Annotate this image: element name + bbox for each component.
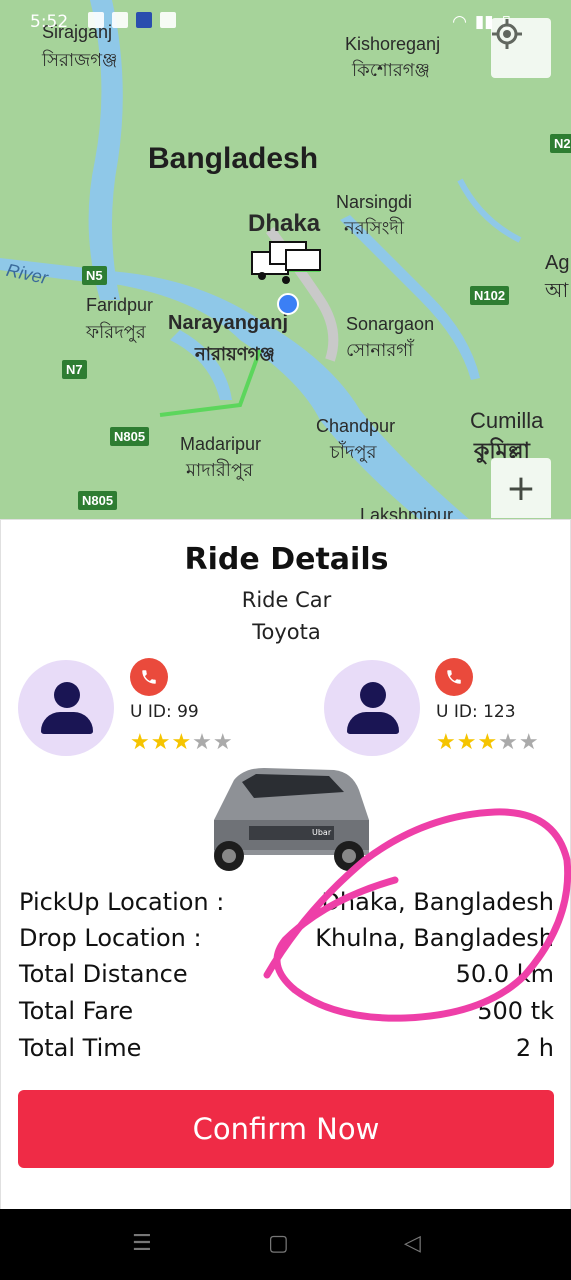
wifi-icon: ◠ xyxy=(452,12,467,32)
driver-uid: U ID: 99 xyxy=(130,702,199,722)
car-brand: Toyota xyxy=(252,620,321,644)
road-label-n805: N805 xyxy=(110,427,150,446)
map-label-chandpur: Chandpur xyxy=(316,416,396,436)
road-label-n5: N5 xyxy=(82,266,107,285)
road-label-n7: N7 xyxy=(62,360,87,379)
notification-icon xyxy=(88,12,104,28)
ride-type: Ride Car xyxy=(241,588,332,612)
distance-label: Total Distance xyxy=(19,960,188,988)
distance-value: 50.0 km xyxy=(455,960,554,988)
menu-icon[interactable]: ☰ xyxy=(132,1231,152,1256)
pickup-row: PickUp Location : Dhaka, Bangladesh xyxy=(19,888,554,916)
map-label-madaripur: Madaripur xyxy=(180,434,262,454)
map-label-chandpur-bn: চাঁদপুর xyxy=(330,442,377,462)
road-label-n805-b: N805 xyxy=(78,491,118,510)
map-label-agartala-bn: আ xyxy=(545,280,569,302)
road-label-n2: N2 xyxy=(550,134,571,153)
notification-icon-2 xyxy=(160,12,176,28)
road-label-n102: N102 xyxy=(470,286,510,305)
map-label-sonargaon: Sonargaon xyxy=(346,314,435,334)
map-label-narayanganj-bn: নারায়ণগঞ্জ xyxy=(195,344,275,364)
driver-avatar xyxy=(18,660,114,756)
map-label-lakshmipur: Lakshmipur xyxy=(360,505,454,520)
app-icon xyxy=(136,12,152,28)
facebook-icon xyxy=(112,12,128,28)
map-label-narayanganj: Narayanganj xyxy=(168,312,289,334)
fare-row: Total Fare 500 tk xyxy=(19,997,554,1025)
back-icon[interactable]: ◁ xyxy=(404,1231,421,1256)
map-label-bangladesh: Bangladesh xyxy=(148,142,319,175)
pickup-value: Dhaka, Bangladesh xyxy=(321,888,554,916)
map-label-kishoreganj-bn: কিশোরগঞ্জ xyxy=(352,60,430,80)
my-location-button[interactable] xyxy=(491,18,551,78)
my-location-dot xyxy=(277,293,299,315)
rider-rating: ★★★★★ xyxy=(436,730,540,755)
time-row: Total Time 2 h xyxy=(19,1034,554,1062)
ride-details-card: Ride Details Ride Car Toyota U ID: 99 ★★… xyxy=(0,519,571,1211)
map-label-faridpur-bn: ফরিদপুর xyxy=(86,322,146,342)
ride-details-title: Ride Details xyxy=(184,542,389,577)
fare-value: 500 tk xyxy=(477,997,554,1025)
map-label-narsingdi-bn: নরসিংদী xyxy=(344,218,405,238)
map-label-agartala: Ag xyxy=(545,252,570,274)
map-label-faridpur: Faridpur xyxy=(86,295,154,315)
driver-call-button[interactable] xyxy=(130,658,168,696)
map-label-madaripur-bn: মাদারীপুর xyxy=(186,460,254,480)
car-marker-icon xyxy=(251,241,321,284)
confirm-now-button[interactable]: Confirm Now xyxy=(18,1090,554,1168)
map-view[interactable]: Sirajganj সিরাজগঞ্জ Kishoreganj কিশোরগঞ্… xyxy=(0,0,571,520)
rider-avatar xyxy=(324,660,420,756)
distance-row: Total Distance 50.0 km xyxy=(19,960,554,988)
rider-call-button[interactable] xyxy=(435,658,473,696)
time-value: 2 h xyxy=(515,1034,554,1062)
driver-rating: ★★★★★ xyxy=(130,730,234,755)
status-time: 5:52 xyxy=(30,12,69,32)
phone-icon xyxy=(447,670,461,684)
drop-value: Khulna, Bangladesh xyxy=(315,924,554,952)
crosshair-icon xyxy=(492,19,522,49)
map-label-sonargaon-bn: সোনারগাঁ xyxy=(346,340,414,360)
car-badge: Ubar xyxy=(312,828,332,837)
home-icon[interactable]: ▢ xyxy=(268,1231,289,1256)
map-label-cumilla: Cumilla xyxy=(470,408,544,433)
fare-label: Total Fare xyxy=(19,997,134,1025)
time-label: Total Time xyxy=(19,1034,142,1062)
drop-label: Drop Location : xyxy=(19,924,202,952)
status-bar: 5:52 ◠ ▮▮ ▯ xyxy=(0,0,571,40)
map-label-sirajganj-bn: সিরাজগঞ্জ xyxy=(42,50,118,70)
rider-uid: U ID: 123 xyxy=(436,702,516,722)
map-label-narsingdi: Narsingdi xyxy=(336,192,413,212)
pickup-label: PickUp Location : xyxy=(19,888,225,916)
car-image: Ubar xyxy=(194,760,379,878)
zoom-in-button[interactable]: + xyxy=(491,458,551,518)
drop-row: Drop Location : Khulna, Bangladesh xyxy=(19,924,554,952)
phone-icon xyxy=(142,670,156,684)
map-label-dhaka: Dhaka xyxy=(248,210,321,237)
system-nav-bar: ☰ ▢ ◁ xyxy=(0,1209,571,1280)
